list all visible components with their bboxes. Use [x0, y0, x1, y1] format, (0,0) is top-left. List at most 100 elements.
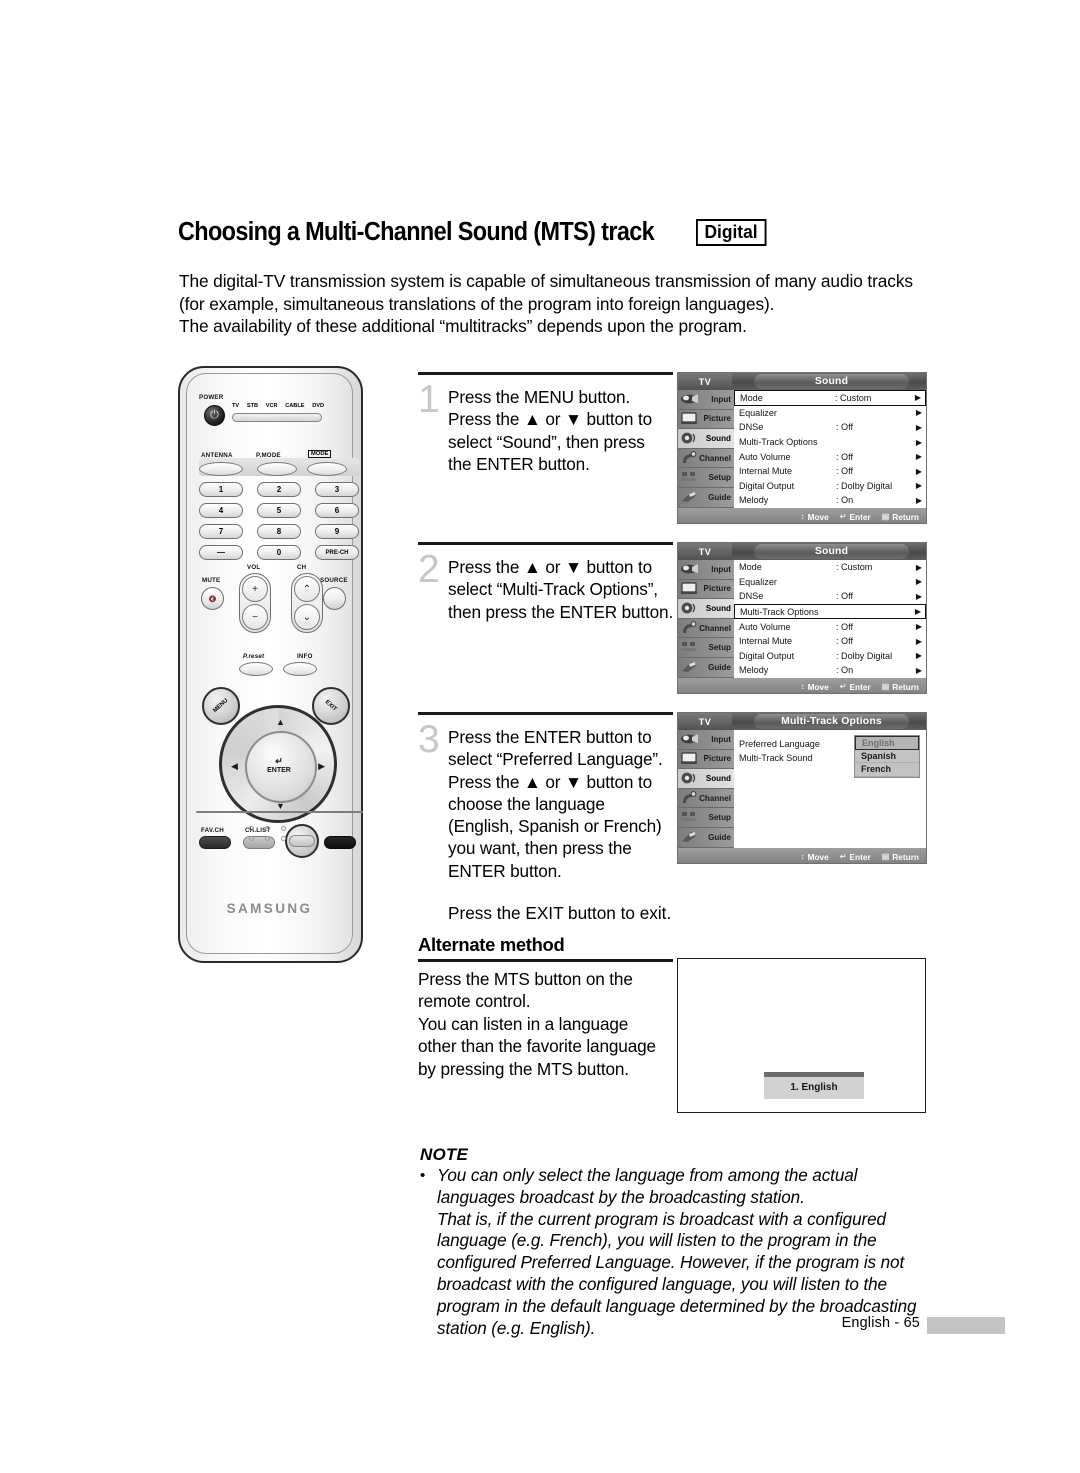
mode-button[interactable] [307, 462, 347, 476]
osd-tv-label: TV [678, 713, 732, 730]
sidebar-item-guide[interactable]: Guide [678, 488, 734, 508]
menu-row-multi-track-options[interactable]: Multi-Track Options ▶ [734, 603, 926, 620]
note-line: language (e.g. French), you will listen … [437, 1231, 877, 1251]
sidebar-item-picture[interactable]: Picture [678, 580, 734, 600]
sidebar-item-input[interactable]: Input [678, 390, 734, 410]
key-6[interactable]: 6 [315, 503, 359, 518]
menu-row-internal-mute[interactable]: Internal Mute : Off ▶ [734, 634, 926, 649]
menu-row-mode[interactable]: Mode : Custom ▶ [734, 560, 926, 575]
return-icon: ▤ [881, 852, 890, 861]
device-label-stb: STB [246, 403, 259, 409]
menu-row-equalizer[interactable]: Equalizer ▶ [734, 406, 926, 421]
power-button[interactable]: ⏻ [204, 405, 225, 426]
menu-row-internal-mute[interactable]: Internal Mute : Off ▶ [734, 464, 926, 479]
key-5[interactable]: 5 [257, 503, 301, 518]
favch-button[interactable] [199, 836, 231, 849]
page-number: English - 65 [841, 1315, 920, 1331]
intro-paragraph: The digital-TV transmission system is ca… [179, 270, 969, 338]
sidebar-item-setup[interactable]: Setup [678, 638, 734, 658]
hint-label: Enter [849, 511, 871, 522]
info-button[interactable] [283, 662, 317, 676]
sidebar-label: Guide [708, 492, 731, 502]
menu-row-dnse[interactable]: DNSe : Off ▶ [734, 589, 926, 604]
sidebar-item-sound[interactable]: Sound [678, 769, 734, 789]
sidebar-item-sound[interactable]: Sound [678, 599, 734, 619]
sidebar-item-picture[interactable]: Picture [678, 750, 734, 770]
menu-row-value: : Off [836, 451, 854, 462]
nav-up-icon[interactable]: ▲ [276, 717, 285, 727]
key-9[interactable]: 9 [315, 524, 359, 539]
menu-row-mode[interactable]: Mode : Custom ▶ [734, 390, 926, 406]
menu-row-melody[interactable]: Melody : On ▶ [734, 493, 926, 508]
device-mode-strip[interactable] [232, 413, 322, 422]
channel-down-button[interactable]: ⌄ [294, 604, 320, 630]
language-dropdown[interactable]: English Spanish French [854, 735, 920, 778]
nav-down-icon[interactable]: ▼ [276, 801, 285, 811]
sidebar-item-channel[interactable]: Channel [678, 619, 734, 639]
key-3[interactable]: 3 [315, 482, 359, 497]
sidebar-label: Setup [708, 643, 731, 653]
sidebar-item-guide[interactable]: Guide [678, 828, 734, 848]
option-multi-track-sound[interactable]: Multi-Track Sound [739, 751, 820, 765]
sidebar-label: Input [711, 394, 731, 404]
menu-row-digital-output[interactable]: Digital Output : Dolby Digital ▶ [734, 649, 926, 664]
sidebar-item-channel[interactable]: Channel [678, 449, 734, 469]
menu-row-equalizer[interactable]: Equalizer ▶ [734, 575, 926, 590]
dot [265, 826, 270, 831]
menu-row-dnse[interactable]: DNSe : Off ▶ [734, 420, 926, 435]
pmode-button[interactable] [257, 462, 297, 476]
preset-button[interactable] [239, 662, 273, 676]
volume-rocker[interactable]: + − [239, 573, 271, 633]
antenna-button[interactable] [199, 462, 243, 476]
key-prech[interactable]: PRE-CH [315, 545, 359, 560]
sidebar-item-guide[interactable]: Guide [678, 658, 734, 678]
key-1[interactable]: 1 [199, 482, 243, 497]
nav-left-icon[interactable]: ◀ [231, 761, 238, 772]
navigation-pad[interactable]: ▲ ▼ ◀ ▶ ↵ ENTER [219, 705, 337, 823]
extra-button[interactable] [324, 836, 356, 849]
key-4[interactable]: 4 [199, 503, 243, 518]
key-0[interactable]: 0 [257, 545, 301, 560]
language-option-spanish[interactable]: Spanish [855, 750, 919, 763]
nav-right-icon[interactable]: ▶ [318, 761, 325, 772]
channel-up-button[interactable]: ⌃ [294, 576, 320, 602]
mute-button[interactable]: 🔇 [201, 587, 224, 610]
osd-titlebar: TV Sound [678, 373, 926, 390]
sidebar-label: Channel [699, 453, 731, 463]
menu-row-digital-output[interactable]: Digital Output : Dolby Digital ▶ [734, 479, 926, 494]
sidebar-item-setup[interactable]: Setup [678, 468, 734, 488]
menu-button[interactable]: MENU [202, 687, 240, 725]
language-option-english[interactable]: English [855, 736, 919, 750]
volume-down-button[interactable]: − [242, 604, 268, 630]
volume-up-button[interactable]: + [242, 576, 268, 602]
sidebar-item-input[interactable]: Input [678, 730, 734, 750]
option-preferred-language[interactable]: Preferred Language [739, 737, 820, 751]
key-8[interactable]: 8 [257, 524, 301, 539]
chevron-right-icon: ▶ [915, 651, 922, 661]
key-dash[interactable]: — [199, 545, 243, 560]
sidebar-item-setup[interactable]: Setup [678, 808, 734, 828]
source-button[interactable] [323, 587, 346, 610]
hint-label: Move [807, 681, 829, 692]
mts-onscreen-demo: 1. English [677, 958, 926, 1113]
enter-button[interactable]: ↵ ENTER [244, 730, 314, 800]
menu-row-melody[interactable]: Melody : On ▶ [734, 663, 926, 678]
language-option-french[interactable]: French [855, 763, 919, 777]
osd-menu-title: Sound [754, 374, 909, 389]
note-line: languages broadcast by the broadcasting … [437, 1187, 805, 1207]
sidebar-item-input[interactable]: Input [678, 560, 734, 580]
sidebar-item-picture[interactable]: Picture [678, 410, 734, 430]
intro-line: The digital-TV transmission system is ca… [179, 271, 913, 291]
guide-icon [680, 490, 699, 505]
exit-button[interactable]: EXIT [312, 687, 350, 725]
menu-row-auto-volume[interactable]: Auto Volume : Off ▶ [734, 449, 926, 464]
menu-row-multi-track-options[interactable]: Multi-Track Options ▶ [734, 435, 926, 450]
sidebar-item-sound[interactable]: Sound [678, 429, 734, 449]
hint-label: Return [892, 851, 919, 862]
key-7[interactable]: 7 [199, 524, 243, 539]
sidebar-item-channel[interactable]: Channel [678, 789, 734, 809]
key-2[interactable]: 2 [257, 482, 301, 497]
channel-rocker[interactable]: ⌃ ⌄ [291, 573, 323, 633]
osd-body: Input Picture Sound Channel Setup Guide … [678, 730, 926, 863]
menu-row-auto-volume[interactable]: Auto Volume : Off ▶ [734, 619, 926, 634]
